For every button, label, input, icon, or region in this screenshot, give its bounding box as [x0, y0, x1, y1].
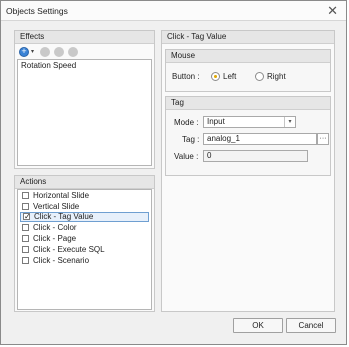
checkbox[interactable] [22, 246, 29, 253]
move-down-icon[interactable] [68, 47, 78, 57]
remove-effect-icon[interactable] [40, 47, 50, 57]
mode-label: Mode : [174, 118, 199, 127]
title-bar: Objects Settings ✕ [1, 1, 346, 21]
button-label: Button : [172, 72, 200, 81]
actions-list[interactable]: Horizontal Slide Vertical Slide ✓ Click … [17, 189, 152, 310]
effect-label: Rotation Speed [21, 61, 77, 70]
radio-selected-dot [214, 75, 217, 78]
effects-list[interactable]: Rotation Speed [17, 59, 152, 166]
move-up-icon[interactable] [54, 47, 64, 57]
cancel-button[interactable]: Cancel [286, 318, 336, 333]
action-label: Click - Scenario [33, 256, 90, 265]
tag-heading: Tag [166, 97, 330, 110]
detail-heading: Click - Tag Value [162, 31, 334, 44]
chevron-down-icon: ▾ [284, 117, 295, 127]
action-label: Click - Tag Value [34, 212, 94, 221]
list-item[interactable]: Click - Page [20, 234, 149, 244]
window-title: Objects Settings [6, 6, 68, 16]
list-item[interactable]: Click - Execute SQL [20, 245, 149, 255]
action-label: Vertical Slide [33, 202, 80, 211]
tag-input[interactable]: analog_1 [203, 133, 317, 145]
left-radio[interactable] [211, 72, 220, 81]
effects-panel: Effects + ▾ Rotation Speed [14, 30, 155, 169]
action-detail-panel: Click - Tag Value Mouse Button : Left Ri… [161, 30, 335, 312]
mode-value: Input [207, 117, 225, 126]
left-option-label[interactable]: Left [223, 72, 236, 81]
list-item[interactable]: Click - Scenario [20, 256, 149, 266]
list-item[interactable]: Horizontal Slide [20, 191, 149, 201]
mouse-group: Mouse Button : Left Right [165, 49, 331, 92]
tag-label: Tag : [182, 135, 200, 144]
checkbox[interactable] [22, 203, 29, 210]
mode-select[interactable]: Input ▾ [203, 116, 296, 128]
checkbox[interactable] [22, 192, 29, 199]
list-item[interactable]: ✓ Click - Tag Value [20, 212, 149, 222]
effects-heading: Effects [15, 31, 154, 44]
value-field[interactable]: 0 [203, 150, 308, 162]
right-option-label[interactable]: Right [267, 72, 286, 81]
actions-panel: Actions Horizontal Slide Vertical Slide … [14, 175, 155, 312]
add-effect-icon[interactable]: + [19, 47, 29, 57]
checkbox[interactable]: ✓ [23, 213, 31, 221]
ok-button[interactable]: OK [233, 318, 283, 333]
action-label: Click - Color [33, 223, 77, 232]
checkbox[interactable] [22, 257, 29, 264]
action-label: Click - Execute SQL [33, 245, 105, 254]
action-label: Click - Page [33, 234, 77, 243]
right-radio[interactable] [255, 72, 264, 81]
list-item[interactable]: Rotation Speed [20, 61, 149, 71]
mouse-heading: Mouse [166, 50, 330, 63]
checkbox[interactable] [22, 224, 29, 231]
list-item[interactable]: Vertical Slide [20, 202, 149, 212]
add-dropdown-chevron-icon[interactable]: ▾ [31, 48, 34, 55]
tag-browse-button[interactable]: ··· [317, 133, 329, 145]
checkbox[interactable] [22, 235, 29, 242]
objects-settings-dialog: Objects Settings ✕ Effects + ▾ Rotation … [0, 0, 347, 345]
close-icon[interactable]: ✕ [327, 3, 338, 19]
value-label: Value : [174, 152, 199, 161]
actions-heading: Actions [15, 176, 154, 189]
list-item[interactable]: Click - Color [20, 223, 149, 233]
tag-group: Tag Mode : Input ▾ Tag : analog_1 ··· Va… [165, 96, 331, 176]
action-label: Horizontal Slide [33, 191, 90, 200]
